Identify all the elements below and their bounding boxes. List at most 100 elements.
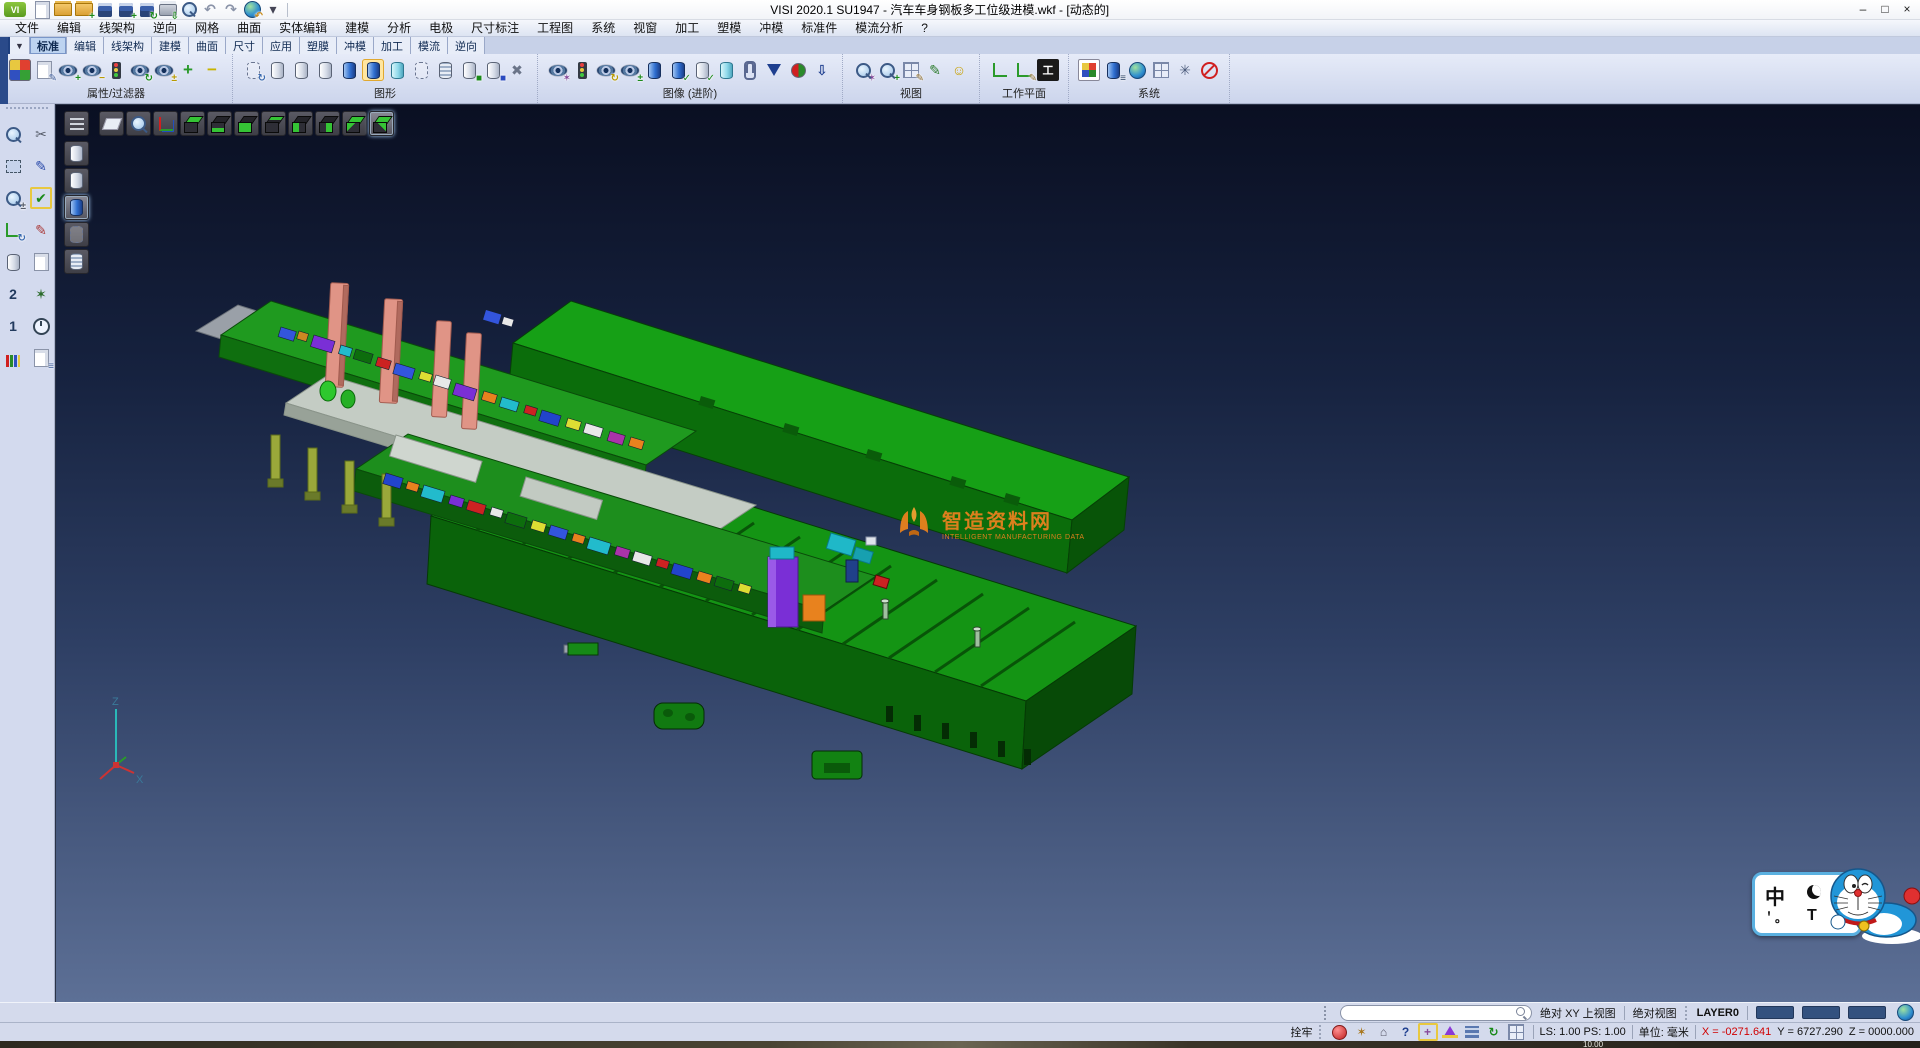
menu-item[interactable]: 曲面 xyxy=(228,20,270,37)
layer-stack-icon[interactable] xyxy=(1462,1023,1482,1041)
menu-item[interactable]: 网格 xyxy=(186,20,228,37)
status-drag-handle[interactable] xyxy=(1324,1006,1330,1020)
tab-modeling[interactable]: 建模 xyxy=(152,37,189,54)
search-box[interactable] xyxy=(1340,1005,1532,1021)
edit-attributes-icon[interactable] xyxy=(9,59,31,81)
examine-image-icon[interactable]: ✶ xyxy=(547,59,569,81)
tab-stamping[interactable]: 冲模 xyxy=(337,37,374,54)
document-icon[interactable] xyxy=(30,251,52,273)
display-settings-icon[interactable]: ✖ xyxy=(506,59,528,81)
home-icon[interactable]: ⌂ xyxy=(1374,1023,1394,1041)
hide-all-icon[interactable]: − xyxy=(201,59,223,81)
wireframe-icon[interactable] xyxy=(266,59,288,81)
menu-item[interactable]: 尺寸标注 xyxy=(462,20,528,37)
view-left-icon[interactable] xyxy=(288,111,313,136)
moon-icon[interactable] xyxy=(1807,885,1821,899)
refresh-image-icon[interactable]: ↻ xyxy=(595,59,617,81)
show-all-icon[interactable]: + xyxy=(177,59,199,81)
layer-manager-icon[interactable]: ≡ xyxy=(1102,59,1124,81)
record-icon[interactable] xyxy=(1330,1023,1350,1041)
redo-icon[interactable]: ↷ xyxy=(222,1,240,19)
box-display-icon[interactable]: ■ xyxy=(458,59,480,81)
annotate-view-icon[interactable]: ✎ xyxy=(924,59,946,81)
grid-plane-icon[interactable] xyxy=(1506,1023,1526,1041)
tab-surface[interactable]: 曲面 xyxy=(189,37,226,54)
shaded-mode-icon[interactable] xyxy=(64,195,89,220)
tab-standard[interactable]: 标准 xyxy=(30,37,67,54)
import-file-icon[interactable]: + xyxy=(75,1,93,19)
tab-machining[interactable]: 加工 xyxy=(374,37,411,54)
tab-dimension[interactable]: 尺寸 xyxy=(226,37,263,54)
line-weight-swatch[interactable] xyxy=(1848,1006,1886,1019)
menu-item[interactable]: 实体编辑 xyxy=(270,20,336,37)
tab-dropdown-icon[interactable]: ▼ xyxy=(10,37,30,54)
color-table-icon[interactable] xyxy=(1078,59,1100,81)
open-file-icon[interactable] xyxy=(54,1,72,19)
view-mode-label[interactable]: 绝对视图 xyxy=(1633,1005,1677,1021)
dynamic-axes-icon[interactable]: ↻ xyxy=(2,219,24,241)
section-cone-icon[interactable] xyxy=(763,59,785,81)
maximize-button[interactable]: □ xyxy=(1874,0,1896,18)
transparent-view-icon[interactable] xyxy=(715,59,737,81)
system-settings-icon[interactable]: ✳ xyxy=(1174,59,1196,81)
disable-icon[interactable] xyxy=(1198,59,1220,81)
attach-clip-icon[interactable] xyxy=(739,59,761,81)
ucs-axes-icon[interactable] xyxy=(153,111,178,136)
menu-item[interactable]: 系统 xyxy=(582,20,624,37)
solid-view-icon[interactable] xyxy=(643,59,665,81)
workplane-manager-icon[interactable]: 工 xyxy=(1037,59,1059,81)
zoom-examine-icon[interactable] xyxy=(2,123,24,145)
ime-mode-button[interactable]: 中 xyxy=(1765,881,1785,910)
edit-workplane-icon[interactable]: ✎ xyxy=(1013,59,1035,81)
hidden-line-mode-icon[interactable] xyxy=(64,168,89,193)
web-history-icon[interactable]: ↶ xyxy=(243,1,261,19)
view-back-icon[interactable] xyxy=(261,111,286,136)
menu-item[interactable]: 线架构 xyxy=(90,20,144,37)
image-export-icon[interactable]: ⇩ xyxy=(811,59,833,81)
toggle-visibility-icon[interactable]: ± xyxy=(153,59,175,81)
menu-item[interactable]: 标准件 xyxy=(792,20,846,37)
world-view-icon[interactable] xyxy=(1126,59,1148,81)
snap-icon[interactable]: + xyxy=(1418,1023,1438,1041)
qat-menu-icon[interactable]: ▾ xyxy=(264,1,282,19)
active-layer-label[interactable]: LAYER0 xyxy=(1697,1007,1739,1019)
preview-icon[interactable] xyxy=(180,1,198,19)
menu-item[interactable]: 冲模 xyxy=(750,20,792,37)
save-as-icon[interactable]: + xyxy=(117,1,135,19)
menu-item[interactable]: 塑模 xyxy=(708,20,750,37)
shaded-view-icon[interactable] xyxy=(2,251,24,273)
tab-wireframe[interactable]: 线架构 xyxy=(104,37,152,54)
clipped-display-icon[interactable] xyxy=(434,59,456,81)
tab-reverse[interactable]: 逆向 xyxy=(448,37,485,54)
tab-edit[interactable]: 编辑 xyxy=(67,37,104,54)
new-file-icon[interactable] xyxy=(33,1,51,19)
image-filter-icon[interactable] xyxy=(571,59,593,81)
view-grid-icon[interactable]: ✎ xyxy=(900,59,922,81)
view-iso-icon[interactable] xyxy=(342,111,367,136)
first-point-icon[interactable]: 1 xyxy=(2,315,24,337)
create-workplane-icon[interactable] xyxy=(989,59,1011,81)
view-iso-se-icon[interactable] xyxy=(369,111,394,136)
star-select-icon[interactable]: ✶ xyxy=(30,283,52,305)
save-icon[interactable] xyxy=(96,1,114,19)
workplane-indicator-icon[interactable] xyxy=(1440,1023,1460,1041)
sketch-curve-icon[interactable]: ✎ xyxy=(30,219,52,241)
tab-application[interactable]: 应用 xyxy=(263,37,300,54)
menu-item[interactable]: 电极 xyxy=(420,20,462,37)
minimize-button[interactable]: – xyxy=(1852,0,1874,18)
viewport-canvas[interactable]: Z X 智造资料网 INTELLIGENT MANUFACTURING DATA xyxy=(55,104,1920,1002)
menu-item[interactable]: 模流分析 xyxy=(846,20,912,37)
snap-lock-label[interactable]: 拴牢 xyxy=(1291,1024,1313,1040)
section-mode-icon[interactable] xyxy=(64,249,89,274)
hidden-line-icon[interactable] xyxy=(290,59,312,81)
ime-punctuation-button[interactable]: ＇。 xyxy=(1763,909,1787,926)
menu-item[interactable]: 工程图 xyxy=(528,20,582,37)
refresh-visibility-icon[interactable]: ↻ xyxy=(129,59,151,81)
zoom-solid-icon[interactable]: ± xyxy=(2,187,24,209)
help-icon[interactable]: ? xyxy=(1396,1023,1416,1041)
histogram-icon[interactable] xyxy=(2,347,24,369)
ghost-display-icon[interactable] xyxy=(410,59,432,81)
solid-edges-icon[interactable]: ✓ xyxy=(667,59,689,81)
hide-entities-icon[interactable]: − xyxy=(81,59,103,81)
confirm-icon[interactable]: ✔ xyxy=(30,187,52,209)
